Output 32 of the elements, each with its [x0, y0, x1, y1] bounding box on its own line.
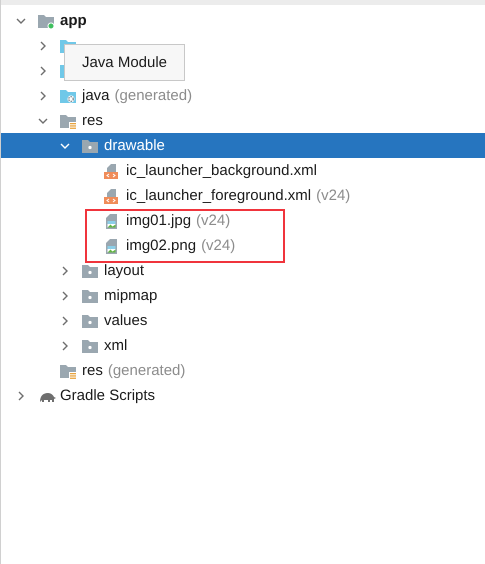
item-label[interactable]: res	[82, 112, 103, 129]
folder-icon	[81, 288, 99, 304]
module-folder-icon	[37, 12, 55, 28]
item-label[interactable]: java	[82, 87, 110, 104]
item-annotation: (generated)	[114, 87, 192, 104]
item-label[interactable]: res	[82, 362, 103, 379]
resource-folder-icon	[59, 112, 77, 128]
resource-folder-icon	[59, 362, 77, 378]
item-label[interactable]: app	[60, 12, 87, 29]
item-label[interactable]: img02.png	[126, 237, 196, 254]
item-annotation: (v24)	[201, 237, 236, 254]
item-label[interactable]: ic_launcher_foreground.xml	[126, 187, 312, 204]
item-label[interactable]: mipmap	[104, 287, 158, 304]
item-label[interactable]: ic_launcher_background.xml	[126, 162, 317, 179]
xml-file-icon	[103, 188, 121, 204]
selected-tree-item[interactable]: drawable	[1, 133, 485, 158]
item-label[interactable]: values	[104, 312, 148, 329]
item-annotation: (v24)	[316, 187, 350, 204]
tooltip: Java Module	[64, 44, 185, 81]
folder-icon	[81, 338, 99, 354]
folder-gear-icon	[59, 88, 77, 104]
item-annotation: (generated)	[108, 362, 186, 379]
xml-file-icon	[103, 162, 121, 178]
item-label[interactable]: Gradle Scripts	[60, 387, 156, 404]
folder-icon	[81, 312, 99, 328]
item-label[interactable]: layout	[104, 262, 144, 279]
folder-icon	[81, 138, 99, 154]
item-label[interactable]: img01.jpg	[126, 212, 192, 229]
item-annotation: (v24)	[196, 212, 230, 229]
folder-icon	[81, 262, 99, 278]
item-label[interactable]: xml	[104, 337, 128, 354]
item-label[interactable]: drawable	[104, 137, 165, 154]
